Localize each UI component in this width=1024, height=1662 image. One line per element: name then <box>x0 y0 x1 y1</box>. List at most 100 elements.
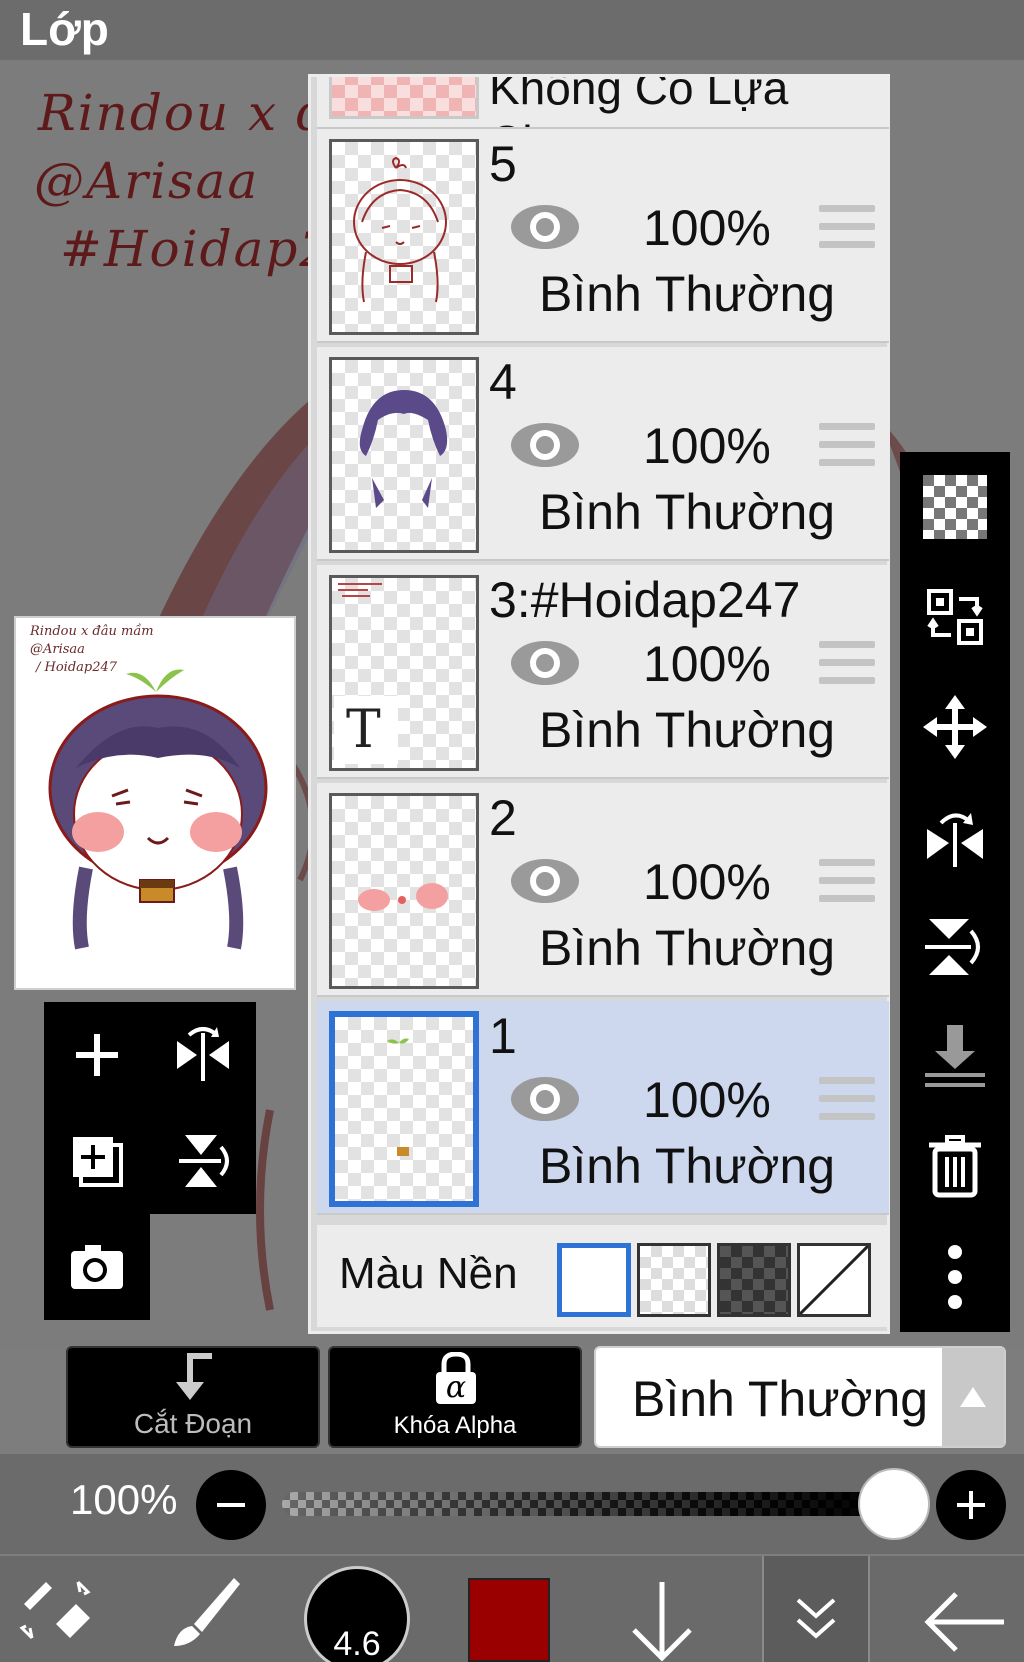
tool-switch-button[interactable] <box>16 1570 96 1650</box>
arrow-left-icon <box>924 1592 1004 1652</box>
flip-vertical-icon <box>925 919 980 975</box>
blend-mode-dropdown-arrow[interactable] <box>942 1348 1004 1446</box>
camera-icon <box>71 1245 123 1289</box>
flip-vertical-button[interactable] <box>918 910 992 984</box>
background-color-label: Màu Nền <box>339 1249 518 1298</box>
drag-handle-icon[interactable] <box>819 641 875 695</box>
more-options-button[interactable] <box>918 1240 992 1314</box>
triangle-up-icon <box>960 1387 986 1407</box>
move-icon <box>923 695 987 759</box>
flip-horizontal-button[interactable] <box>150 1002 256 1108</box>
back-button[interactable] <box>920 1586 1010 1656</box>
layer-name: 3:#Hoidap247 <box>489 572 801 628</box>
bg-swatch-light-checker[interactable] <box>637 1243 711 1317</box>
drag-handle-icon[interactable] <box>819 1077 875 1131</box>
layer-opacity: 100% <box>643 200 771 256</box>
alpha-lock-icon: α <box>432 1352 480 1406</box>
eye-icon <box>511 205 579 249</box>
layer-row-1[interactable]: 1 100% Bình Thường <box>317 1001 889 1215</box>
duplicate-layer-button[interactable] <box>44 1108 150 1214</box>
flip-horizontal-icon <box>177 1027 229 1081</box>
toolbar-separator <box>868 1556 870 1662</box>
flip-vertical-button[interactable] <box>150 1108 256 1214</box>
watermark-line-3: #Hoidap2 <box>60 220 334 278</box>
layer-name: 4 <box>489 354 517 410</box>
visibility-toggle[interactable] <box>507 855 583 912</box>
watermark-line-2: @Arisaa <box>34 152 260 210</box>
layer-row-4[interactable]: 4 100% Bình Thường <box>317 347 889 561</box>
layer-blend-mode: Bình Thường <box>539 484 836 540</box>
layer-thumbnail <box>329 139 479 335</box>
drag-handle-icon[interactable] <box>819 859 875 913</box>
layer-blend-mode: Bình Thường <box>539 1138 836 1194</box>
layer-4-hair-image <box>359 390 448 508</box>
layer-row-5[interactable]: 5 100% Bình Thường <box>317 129 889 343</box>
watermark-line-1: Rindou x đ <box>38 84 331 142</box>
pen-eraser-switch-icon <box>19 1580 91 1640</box>
layer-tools-toolbar <box>900 452 1010 1332</box>
eye-icon <box>511 1077 579 1121</box>
layer-blend-mode: Bình Thường <box>539 920 836 976</box>
background-color-row: Màu Nền <box>317 1225 889 1327</box>
opacity-slider-knob[interactable] <box>858 1468 930 1540</box>
layer-thumbnail <box>329 357 479 553</box>
clipping-label: Cắt Đoạn <box>133 1408 253 1439</box>
swap-layer-button[interactable] <box>918 580 992 654</box>
page-title: Lớp <box>20 3 109 55</box>
layer-2-blush-image <box>358 883 448 911</box>
bg-swatch-none[interactable] <box>797 1243 871 1317</box>
layer-blend-mode: Bình Thường <box>539 702 836 758</box>
more-vertical-icon <box>948 1245 962 1309</box>
selection-layer-row[interactable]: Không Có Lựa Chọn <box>317 77 889 129</box>
drag-handle-icon[interactable] <box>819 205 875 259</box>
visibility-toggle[interactable] <box>507 1073 583 1130</box>
layer-opacity: 100% <box>643 636 771 692</box>
trash-icon <box>929 1135 981 1198</box>
layer-thumbnail <box>329 793 479 989</box>
blend-mode-select[interactable]: Bình Thường <box>594 1346 1006 1448</box>
merge-down-icon <box>925 1025 985 1087</box>
alpha-lock-button[interactable]: α Khóa Alpha <box>328 1346 582 1448</box>
double-chevron-down-icon <box>796 1598 836 1639</box>
opacity-bar: 100% <box>0 1454 1024 1554</box>
layer-down-button[interactable] <box>622 1578 702 1662</box>
opacity-decrease-button[interactable] <box>196 1470 266 1540</box>
visibility-toggle[interactable] <box>507 201 583 258</box>
visibility-toggle[interactable] <box>507 419 583 476</box>
canvas-preview[interactable]: Rindou x đâu mầm @Arisaa / Hoidap247 <box>14 616 296 990</box>
collapse-button[interactable] <box>764 1556 868 1662</box>
move-button[interactable] <box>918 690 992 764</box>
blend-mode-value: Bình Thường <box>632 1371 929 1427</box>
checkerboard-icon <box>923 475 987 539</box>
visibility-toggle[interactable] <box>507 637 583 694</box>
import-photo-button[interactable] <box>44 1214 150 1320</box>
bg-swatch-dark-checker[interactable] <box>717 1243 791 1317</box>
flip-horizontal-button[interactable] <box>918 800 992 874</box>
layer-row-3[interactable]: T 3:#Hoidap247 100% Bình Thường <box>317 565 889 779</box>
brush-size-button[interactable]: 4.6 <box>304 1566 410 1662</box>
eye-icon <box>511 859 579 903</box>
no-selection-label: Không Có Lựa Chọn <box>489 77 789 127</box>
layer-5-lineart-image <box>353 156 447 303</box>
merge-down-button[interactable] <box>918 1020 992 1094</box>
add-layer-button[interactable] <box>44 1002 150 1108</box>
plus-icon <box>76 1034 118 1076</box>
clipping-button[interactable]: Cắt Đoạn <box>66 1346 320 1448</box>
clipping-arrow-icon <box>176 1353 212 1400</box>
color-picker-button[interactable] <box>468 1578 550 1662</box>
preview-character-image <box>48 669 268 950</box>
quick-toolbar <box>44 1002 266 1334</box>
delete-layer-button[interactable] <box>918 1130 992 1204</box>
transparency-button[interactable] <box>918 470 992 544</box>
layer-thumbnail <box>329 1011 479 1207</box>
layer-name: 2 <box>489 790 517 846</box>
layer-row-2[interactable]: 2 100% Bình Thường <box>317 783 889 997</box>
none-slash-icon <box>798 1244 870 1316</box>
bg-swatch-white[interactable] <box>557 1243 631 1317</box>
brush-tool-button[interactable] <box>164 1574 244 1654</box>
opacity-increase-button[interactable] <box>936 1470 1006 1540</box>
opacity-slider[interactable] <box>282 1492 880 1516</box>
duplicate-layer-icon <box>73 1137 123 1187</box>
layer-name: 1 <box>489 1008 517 1064</box>
drag-handle-icon[interactable] <box>819 423 875 477</box>
